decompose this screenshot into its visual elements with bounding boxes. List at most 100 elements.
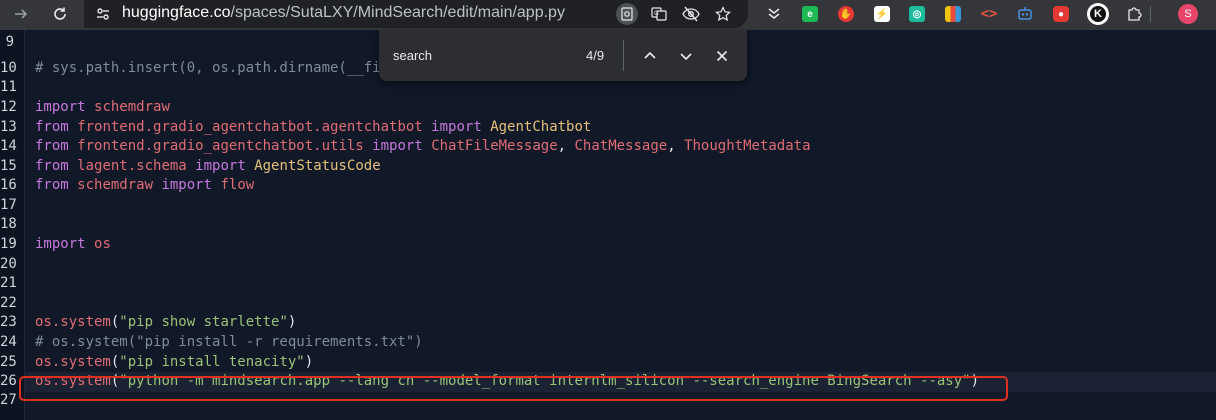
line-number: 11: [0, 79, 17, 95]
punctuation-token: ): [304, 354, 314, 370]
class-token: ChatMessage: [574, 138, 668, 154]
line-number: 9: [5, 34, 14, 50]
string-token: "pip show starlette": [119, 314, 288, 330]
code-line-16[interactable]: from schemdraw import flow: [35, 175, 254, 195]
extension-code[interactable]: <>: [979, 4, 999, 24]
translate-icon: G: [651, 7, 667, 21]
punctuation-token: ): [287, 314, 297, 330]
keyword-token: import: [431, 119, 482, 135]
class-token: AgentChatbot: [490, 119, 592, 135]
find-bar: search 4/9: [379, 30, 747, 81]
find-divider: [623, 40, 624, 71]
toolbar-divider: [1150, 6, 1151, 22]
code-line-10[interactable]: # sys.path.insert(0, os.path.dirname(__f…: [35, 58, 381, 78]
code-line-15[interactable]: from lagent.schema import AgentStatusCod…: [35, 156, 381, 176]
find-previous-button[interactable]: [638, 44, 662, 68]
line-number: 15: [0, 158, 17, 174]
keyword-token: import: [35, 236, 86, 252]
keyword-token: import: [372, 138, 423, 154]
bookmark-button[interactable]: [713, 4, 733, 24]
line-number: 26: [0, 373, 17, 389]
address-bar[interactable]: huggingface.co/spaces/SutaLXY/MindSearch…: [84, 0, 748, 28]
url-host: huggingface.co: [122, 4, 231, 21]
extension-k[interactable]: K: [1086, 2, 1110, 26]
code-line-12[interactable]: import schemdraw: [35, 97, 170, 117]
puzzle-icon: [1128, 7, 1142, 21]
line-number: 13: [0, 119, 17, 135]
profile-button[interactable]: S: [1177, 3, 1199, 25]
extensions-menu-button[interactable]: [1124, 4, 1144, 24]
line-number: 25: [0, 354, 17, 370]
class-token: ChatFileMessage: [431, 138, 558, 154]
line-number: 18: [0, 216, 17, 232]
string-token: "pip install tenacity": [119, 354, 305, 370]
code-line-24[interactable]: # os.system("pip install -r requirements…: [35, 332, 423, 352]
k-icon: K: [1087, 3, 1109, 25]
annotation-highlight-box: [19, 376, 1008, 401]
reload-button[interactable]: [47, 0, 73, 28]
line-number: 20: [0, 256, 17, 272]
punctuation-token: ,: [557, 138, 575, 154]
code-editor[interactable]: 9 10 11 12 13 14 15 16 17 18 19 20 21 22…: [0, 30, 1216, 420]
code-line-14[interactable]: from frontend.gradio_agentchatbot.utils …: [35, 136, 811, 156]
line-number: 17: [0, 197, 17, 213]
double-chevron-icon: [768, 8, 780, 19]
class-token: AgentStatusCode: [254, 158, 381, 174]
line-number: 22: [0, 295, 17, 311]
arrow-right-icon: [15, 9, 28, 19]
star-icon: [715, 6, 731, 22]
module-token: lagent.schema: [77, 158, 187, 174]
comment-token: # os.system("pip install -r requirements…: [35, 334, 423, 350]
line-number: 16: [0, 177, 17, 193]
chevron-up-icon: [644, 51, 656, 59]
find-in-page-button[interactable]: [616, 3, 638, 25]
extension-red-hand[interactable]: ✋: [836, 4, 856, 24]
keyword-token: from: [35, 158, 69, 174]
keyword-token: import: [195, 158, 246, 174]
extension-green-swirl[interactable]: ◎: [907, 4, 927, 24]
line-number: 10: [0, 60, 17, 76]
code-line-13[interactable]: from frontend.gradio_agentchatbot.agentc…: [35, 117, 591, 137]
extension-double-arrow[interactable]: [764, 4, 784, 24]
site-settings-icon[interactable]: [92, 4, 114, 24]
keyword-token: import: [35, 99, 86, 115]
eye-slash-icon: [682, 6, 700, 22]
line-number: 21: [0, 275, 17, 291]
colorful-grid-icon: [945, 6, 961, 22]
tracking-button[interactable]: [681, 4, 701, 24]
find-close-button[interactable]: [710, 44, 734, 68]
punctuation-token: ,: [667, 138, 685, 154]
keyword-token: import: [161, 177, 213, 193]
svg-text:G: G: [654, 10, 659, 17]
extension-lightning[interactable]: ⚡: [872, 4, 892, 24]
close-icon: [716, 50, 728, 62]
extension-colorful-grid[interactable]: [943, 4, 963, 24]
extension-red-app[interactable]: ●: [1051, 4, 1071, 24]
extension-evernote[interactable]: e: [800, 4, 820, 24]
code-line-23[interactable]: os.system("pip show starlette"): [35, 312, 296, 332]
find-input[interactable]: search: [393, 48, 432, 63]
module-token: os: [94, 236, 111, 252]
code-line-19[interactable]: import os: [35, 234, 111, 254]
call-token: os.system: [35, 354, 111, 370]
class-token: ThoughtMetadata: [684, 138, 811, 154]
line-number: 12: [0, 99, 17, 115]
lightning-icon: ⚡: [874, 6, 890, 22]
module-token: schemdraw: [77, 177, 154, 193]
line-number: 14: [0, 138, 17, 154]
browser-toolbar: huggingface.co/spaces/SutaLXY/MindSearch…: [0, 0, 1216, 30]
line-number-gutter: 9 10 11 12 13 14 15 16 17 18 19 20 21 22…: [0, 30, 25, 420]
code-line-25[interactable]: os.system("pip install tenacity"): [35, 352, 313, 372]
translate-button[interactable]: G: [649, 4, 669, 24]
keyword-token: from: [35, 119, 69, 135]
find-next-button[interactable]: [674, 44, 698, 68]
find-icon: [621, 7, 633, 21]
avatar: S: [1178, 4, 1198, 24]
comment-token: # sys.path.insert(0, os.path.dirname(__f…: [35, 60, 381, 76]
module-token: flow: [220, 177, 255, 193]
url-text[interactable]: huggingface.co/spaces/SutaLXY/MindSearch…: [122, 4, 565, 22]
evernote-icon: e: [802, 6, 818, 22]
call-token: os.system: [35, 314, 111, 330]
forward-button[interactable]: [8, 0, 34, 28]
extension-bot[interactable]: [1015, 4, 1035, 24]
